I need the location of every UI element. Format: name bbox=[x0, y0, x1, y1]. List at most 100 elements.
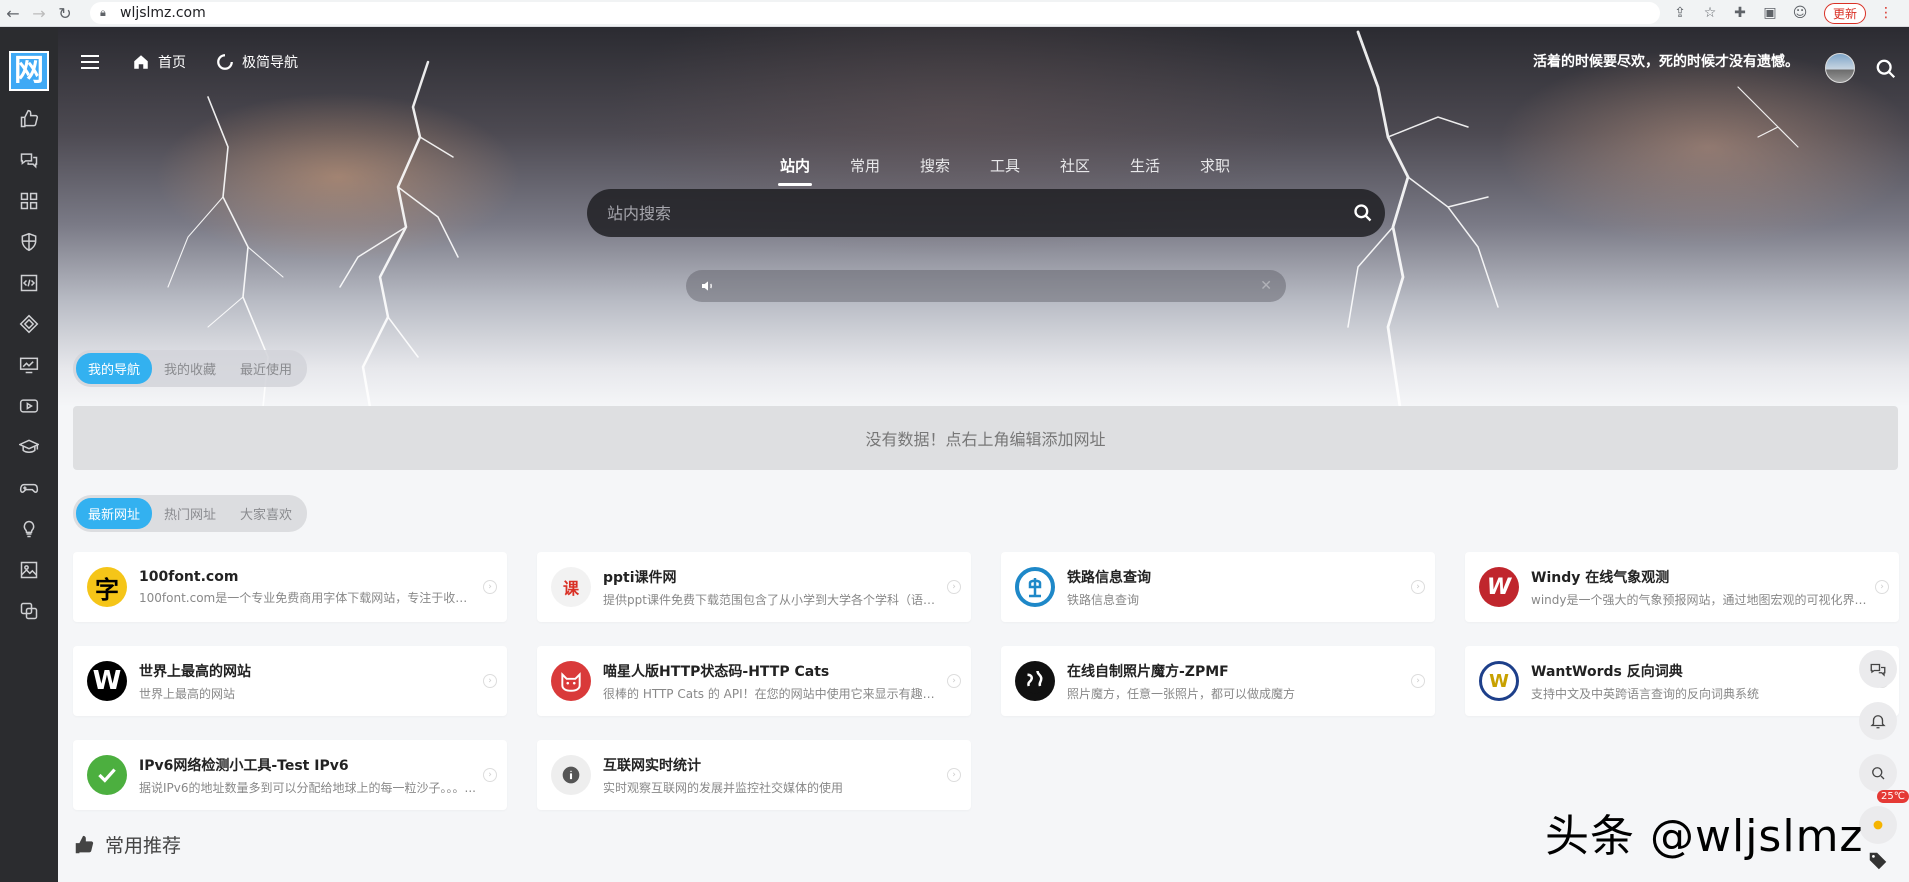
grid-icon[interactable] bbox=[15, 187, 43, 215]
speaker-icon bbox=[702, 281, 712, 291]
home-link[interactable]: 首页 bbox=[132, 52, 186, 72]
tab-common[interactable]: 常用 bbox=[830, 155, 900, 193]
monitor-chart-icon[interactable] bbox=[15, 351, 43, 379]
shield-icon[interactable] bbox=[15, 228, 43, 256]
wechat-icon bbox=[1870, 663, 1886, 677]
site-card[interactable]: 互联网实时统计 实时观察互联网的发展并监控社交媒体的使用 › bbox=[537, 740, 971, 810]
tab-jobs[interactable]: 求职 bbox=[1180, 155, 1250, 193]
star-icon[interactable]: ☆ bbox=[1700, 5, 1720, 21]
copy-icon[interactable] bbox=[15, 597, 43, 625]
tab-search[interactable]: 搜索 bbox=[900, 155, 970, 193]
my-nav-tabs: 我的导航 我的收藏 最近使用 bbox=[73, 350, 308, 387]
site-card[interactable]: IPv6网络检测小工具-Test IPv6 据说IPv6的地址数量多到可以分配给… bbox=[73, 740, 507, 810]
arrow-right-icon[interactable]: › bbox=[947, 768, 961, 782]
code-file-icon[interactable] bbox=[15, 269, 43, 297]
hamburger-menu-icon[interactable] bbox=[78, 50, 102, 74]
image-icon[interactable] bbox=[15, 556, 43, 584]
site-card[interactable]: 喵星人版HTTP状态码-HTTP Cats 很棒的 HTTP Cats 的 AP… bbox=[537, 646, 971, 716]
arrow-right-icon[interactable]: › bbox=[947, 674, 961, 688]
tab-hot[interactable]: 热门网址 bbox=[152, 498, 228, 529]
gamepad-icon[interactable] bbox=[15, 474, 43, 502]
float-search-button[interactable] bbox=[1859, 754, 1897, 792]
address-url: wljslmz.com bbox=[120, 5, 206, 21]
site-card[interactable]: 铁路信息查询 铁路信息查询 › bbox=[1001, 552, 1435, 622]
card-title: ppti课件网 bbox=[603, 569, 677, 586]
browser-toolbar: ← → ↻ 🔒︎ wljslmz.com ⇪ ☆ ✚ ▣ ☺ 更新 ⋮ bbox=[0, 0, 1909, 27]
windy-logo-icon: W bbox=[1479, 567, 1519, 607]
tab-community[interactable]: 社区 bbox=[1040, 155, 1110, 193]
floating-toolbar bbox=[1859, 650, 1897, 844]
site-card[interactable]: 字 100font.com 100font.com是一个专业免费商用字体下载网站… bbox=[73, 552, 507, 622]
card-desc: windy是一个强大的气象预报网站，通过地图宏观的可视化界面... bbox=[1531, 592, 1871, 607]
back-button[interactable]: ← bbox=[0, 0, 26, 26]
site-logo[interactable]: 网 bbox=[9, 51, 49, 91]
update-button[interactable]: 更新 bbox=[1824, 2, 1867, 24]
arrow-right-icon[interactable]: › bbox=[1875, 580, 1889, 594]
tab-my-nav[interactable]: 我的导航 bbox=[76, 353, 153, 384]
ppt-logo-icon: 课 bbox=[551, 567, 591, 607]
weather-button[interactable] bbox=[1859, 806, 1897, 844]
browser-menu-icon[interactable]: ⋮ bbox=[1876, 5, 1896, 21]
forward-button[interactable]: → bbox=[26, 0, 52, 26]
extensions-icon[interactable]: ✚ bbox=[1730, 5, 1750, 21]
tab-life[interactable]: 生活 bbox=[1110, 155, 1180, 193]
tag-icon[interactable] bbox=[1867, 850, 1889, 872]
site-card[interactable]: 课 ppti课件网 提供ppt课件免费下载范围包含了从小学到大学各个学科（语文.… bbox=[537, 552, 971, 622]
sidepanel-icon[interactable]: ▣ bbox=[1760, 5, 1780, 21]
card-desc: 据说IPv6的地址数量多到可以分配给地球上的每一粒沙子。。。... bbox=[139, 780, 476, 795]
tab-tools[interactable]: 工具 bbox=[970, 155, 1040, 193]
fast-nav-link[interactable]: 极简导航 bbox=[216, 52, 298, 72]
checkmark-icon bbox=[87, 755, 127, 795]
qq-button[interactable] bbox=[1859, 702, 1897, 740]
diamond-nodes-icon[interactable] bbox=[15, 310, 43, 338]
chat-bubbles-icon[interactable] bbox=[15, 146, 43, 174]
card-desc: 支持中文及中英跨语言查询的反向词典系统 bbox=[1531, 686, 1760, 701]
card-desc: 照片魔方，任意一张照片，都可以做成魔方 bbox=[1067, 686, 1296, 701]
card-desc: 世界上最高的网站 bbox=[139, 686, 236, 701]
thumbs-up-icon[interactable] bbox=[15, 105, 43, 133]
lock-icon: 🔒︎ bbox=[100, 6, 106, 19]
tab-my-favorites[interactable]: 我的收藏 bbox=[152, 353, 228, 384]
tab-site[interactable]: 站内 bbox=[760, 155, 830, 193]
temperature-badge: 25℃ bbox=[1877, 790, 1909, 803]
arrow-right-icon[interactable]: › bbox=[483, 580, 497, 594]
card-title: WantWords 反向词典 bbox=[1531, 663, 1683, 680]
wechat-button[interactable] bbox=[1859, 650, 1897, 688]
site-card[interactable]: W WantWords 反向词典 支持中文及中英跨语言查询的反向词典系统 › bbox=[1465, 646, 1899, 716]
search-input[interactable] bbox=[607, 203, 1341, 223]
user-avatar[interactable] bbox=[1825, 53, 1855, 83]
cat-logo-icon bbox=[551, 661, 591, 701]
site-card[interactable]: 在线自制照片魔方-ZPMF 照片魔方，任意一张照片，都可以做成魔方 › bbox=[1001, 646, 1435, 716]
close-icon[interactable]: ✕ bbox=[1260, 278, 1272, 294]
site-card[interactable]: W Windy 在线气象观测 windy是一个强大的气象预报网站，通过地图宏观的… bbox=[1465, 552, 1899, 622]
video-play-icon[interactable] bbox=[15, 392, 43, 420]
fast-nav-label: 极简导航 bbox=[242, 55, 298, 71]
lightbulb-icon[interactable] bbox=[15, 515, 43, 543]
site-card-grid: 字 100font.com 100font.com是一个专业免费商用字体下载网站… bbox=[73, 552, 1909, 810]
graduation-cap-icon[interactable] bbox=[15, 433, 43, 461]
card-title: Windy 在线气象观测 bbox=[1531, 569, 1670, 586]
tab-recent[interactable]: 最近使用 bbox=[228, 353, 304, 384]
recommend-section-title: 常用推荐 bbox=[73, 831, 181, 858]
arrow-right-icon[interactable]: › bbox=[1411, 580, 1425, 594]
home-icon bbox=[134, 55, 148, 69]
search-category-tabs: 站内 常用 搜索 工具 社区 生活 求职 bbox=[760, 155, 1250, 193]
tab-latest[interactable]: 最新网址 bbox=[76, 498, 153, 529]
arrow-right-icon[interactable]: › bbox=[947, 580, 961, 594]
arrow-right-icon[interactable]: › bbox=[483, 768, 497, 782]
tallest-site-logo-icon: W bbox=[87, 661, 127, 701]
share-icon[interactable]: ⇪ bbox=[1670, 5, 1690, 21]
home-link-label: 首页 bbox=[158, 55, 186, 71]
reload-button[interactable]: ↻ bbox=[52, 0, 78, 26]
tab-liked[interactable]: 大家喜欢 bbox=[228, 498, 304, 529]
wantwords-logo-icon: W bbox=[1479, 661, 1519, 701]
address-bar[interactable]: 🔒︎ wljslmz.com bbox=[90, 2, 1660, 24]
arrow-right-icon[interactable]: › bbox=[483, 674, 497, 688]
card-title: 喵星人版HTTP状态码-HTTP Cats bbox=[603, 663, 830, 680]
search-submit-icon[interactable] bbox=[1341, 191, 1385, 235]
search-icon bbox=[1872, 767, 1885, 780]
search-icon[interactable] bbox=[1875, 58, 1897, 80]
profile-icon[interactable]: ☺ bbox=[1790, 5, 1810, 21]
arrow-right-icon[interactable]: › bbox=[1411, 674, 1425, 688]
site-card[interactable]: W 世界上最高的网站 世界上最高的网站 › bbox=[73, 646, 507, 716]
